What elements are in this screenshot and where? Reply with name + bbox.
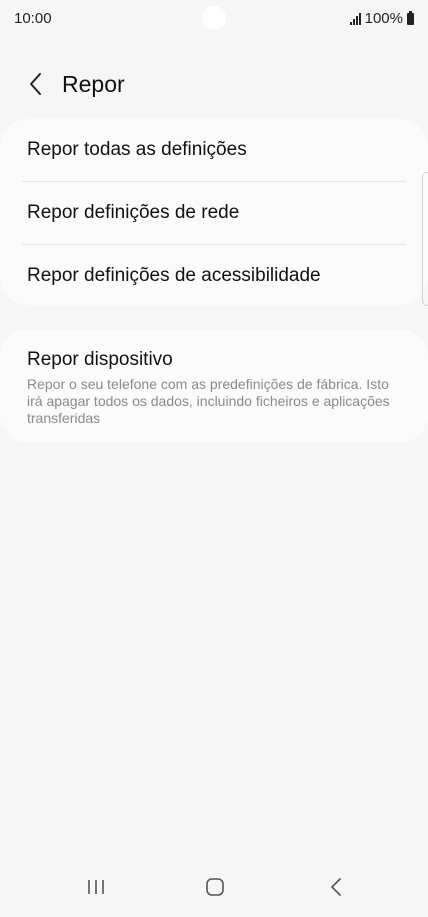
status-time: 10:00 bbox=[14, 10, 52, 27]
reset-accessibility-settings-item[interactable]: Repor definições de acessibilidade bbox=[0, 245, 428, 307]
back-button[interactable] bbox=[14, 62, 58, 106]
home-icon bbox=[206, 878, 224, 896]
reset-options-card: Repor todas as definições Repor definiçõ… bbox=[0, 119, 428, 305]
scroll-indicator bbox=[422, 172, 428, 306]
camera-cutout bbox=[202, 6, 226, 30]
signal-icon bbox=[349, 12, 361, 25]
back-icon bbox=[331, 878, 341, 896]
page-title: Repor bbox=[62, 70, 125, 97]
reset-all-settings-item[interactable]: Repor todas as definições bbox=[0, 119, 428, 181]
reset-device-item[interactable]: Repor dispositivo Repor o seu telefone c… bbox=[0, 329, 428, 427]
nav-back-button[interactable] bbox=[314, 869, 358, 905]
app-header: Repor bbox=[0, 62, 428, 106]
home-button[interactable] bbox=[193, 869, 237, 905]
status-icons: 100% bbox=[349, 10, 414, 27]
reset-device-title: Repor dispositivo bbox=[27, 349, 173, 370]
recent-apps-button[interactable] bbox=[74, 869, 118, 905]
navigation-bar bbox=[0, 857, 428, 917]
reset-network-settings-item[interactable]: Repor definições de rede bbox=[0, 182, 428, 244]
reset-device-description: Repor o seu telefone com as predefiniçõe… bbox=[27, 376, 390, 426]
battery-icon bbox=[407, 10, 414, 25]
chevron-left-icon bbox=[30, 73, 41, 95]
status-bar: 10:00 100% bbox=[0, 0, 428, 38]
device-reset-card: Repor dispositivo Repor o seu telefone c… bbox=[0, 329, 428, 443]
battery-level: 100% bbox=[364, 10, 403, 27]
recent-apps-icon bbox=[88, 880, 104, 894]
